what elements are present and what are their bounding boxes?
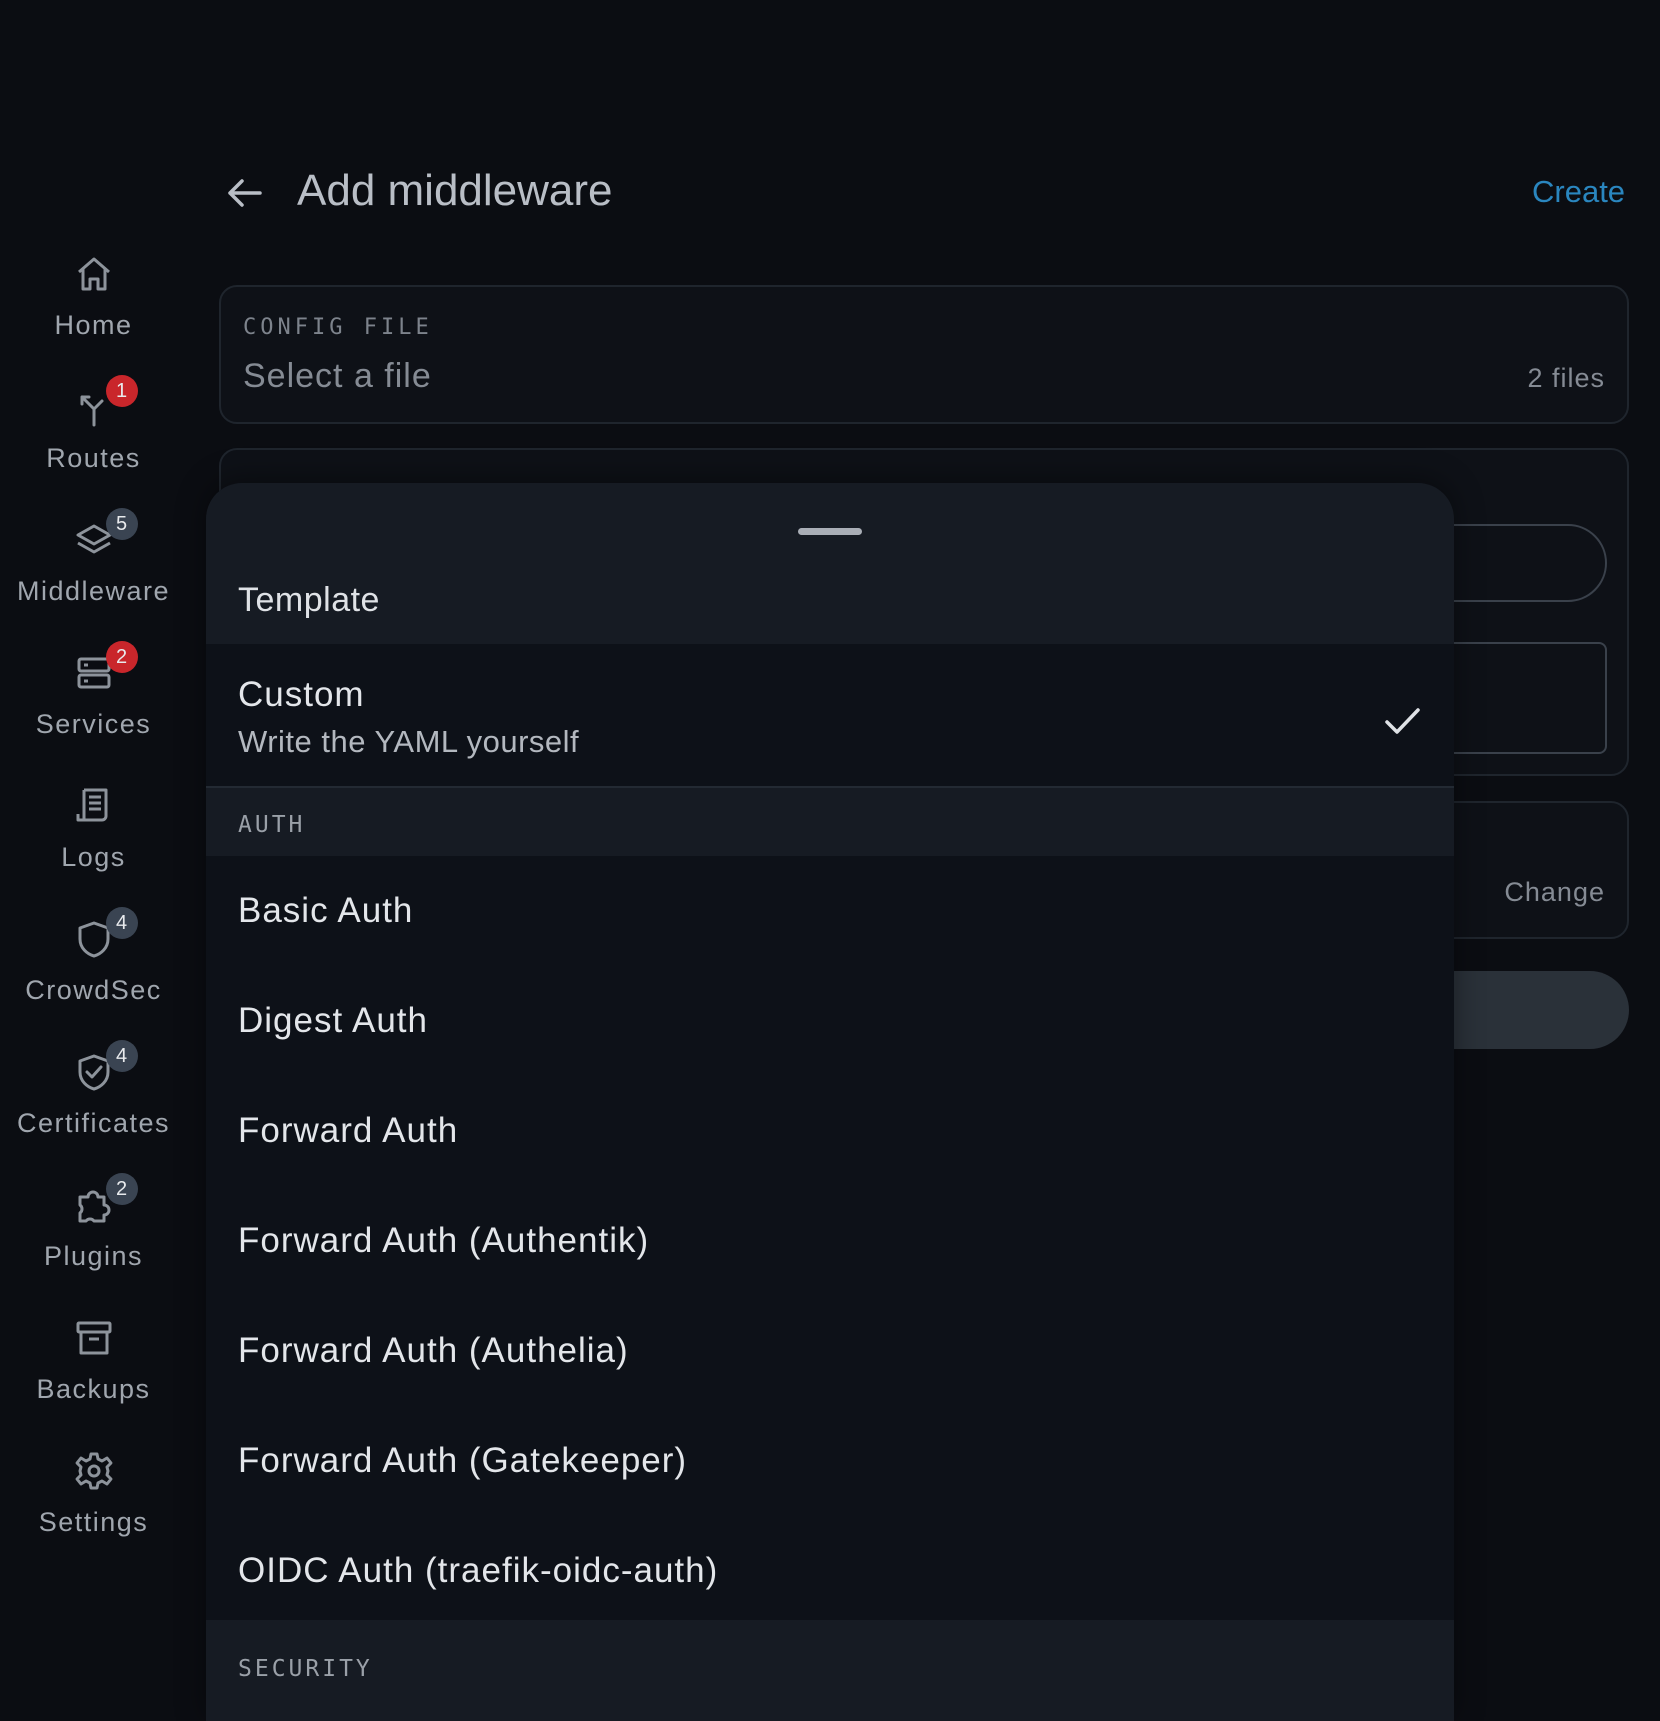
option-oidc-auth[interactable]: OIDC Auth (traefik-oidc-auth): [206, 1516, 1454, 1626]
sidebar-item-label: Routes: [46, 443, 141, 473]
option-title: Forward Auth (Authelia): [238, 1331, 629, 1370]
option-title: Digest Auth: [238, 1001, 428, 1040]
server-icon: 2: [72, 641, 138, 695]
app-root: Home 1 Routes 5 Middleware 2 Services Lo…: [0, 0, 1660, 1721]
config-file-label: CONFIG FILE: [243, 315, 433, 340]
option-title: Forward Auth (Gatekeeper): [238, 1441, 688, 1480]
option-basic-auth[interactable]: Basic Auth: [206, 856, 1454, 966]
option-forward-auth[interactable]: Forward Auth: [206, 1076, 1454, 1186]
sidebar-item-label: Backups: [36, 1374, 151, 1404]
drag-handle[interactable]: [798, 528, 862, 535]
option-custom[interactable]: Custom Write the YAML yourself: [206, 644, 1454, 786]
certificates-badge: 4: [105, 1040, 138, 1072]
sidebar-item-logs[interactable]: Logs: [0, 772, 187, 892]
middleware-badge: 5: [105, 508, 138, 540]
logs-icon: [72, 784, 116, 828]
sidebar-item-label: Logs: [61, 842, 126, 872]
sidebar-item-plugins[interactable]: 2 Plugins: [0, 1171, 187, 1291]
archive-icon: [72, 1316, 116, 1360]
sidebar-item-certificates[interactable]: 4 Certificates: [0, 1038, 187, 1158]
sidebar-item-label: Plugins: [43, 1241, 144, 1271]
page-title: Add middleware: [297, 166, 613, 215]
sidebar-item-label: Settings: [38, 1507, 149, 1537]
sidebar-item-backups[interactable]: Backups: [0, 1304, 187, 1424]
sidebar-item-label: Certificates: [16, 1108, 171, 1138]
shield-icon: 4: [72, 907, 138, 961]
change-button[interactable]: Change: [1504, 877, 1605, 908]
plugins-badge: 2: [105, 1173, 138, 1205]
option-title: OIDC Auth (traefik-oidc-auth): [238, 1551, 719, 1590]
services-badge: 2: [105, 641, 138, 673]
routes-icon: 1: [72, 375, 138, 429]
option-forward-auth-authelia[interactable]: Forward Auth (Authelia): [206, 1296, 1454, 1406]
section-header-security: SECURITY: [206, 1620, 1454, 1721]
section-label: AUTH: [238, 812, 306, 838]
sidebar-item-routes[interactable]: 1 Routes: [0, 373, 187, 493]
layers-icon: 5: [72, 508, 138, 562]
sidebar-item-label: Middleware: [16, 576, 171, 606]
option-forward-auth-authentik[interactable]: Forward Auth (Authentik): [206, 1186, 1454, 1296]
sidebar-item-crowdsec[interactable]: 4 CrowdSec: [0, 905, 187, 1025]
sidebar-item-label: Home: [54, 310, 133, 340]
back-button[interactable]: [220, 168, 270, 218]
arrow-left-icon: [228, 179, 262, 207]
shield-check-icon: 4: [72, 1040, 138, 1094]
config-file-placeholder: Select a file: [243, 357, 432, 395]
sidebar-item-home[interactable]: Home: [0, 240, 187, 360]
home-icon: [72, 252, 116, 296]
template-bottom-sheet: Template Custom Write the YAML yourself …: [206, 483, 1454, 1721]
section-label: SECURITY: [238, 1656, 373, 1682]
sidebar-item-services[interactable]: 2 Services: [0, 639, 187, 759]
option-digest-auth[interactable]: Digest Auth: [206, 966, 1454, 1076]
create-button[interactable]: Create: [1532, 174, 1625, 210]
section-header-auth: AUTH: [206, 788, 1454, 856]
sidebar-item-label: CrowdSec: [25, 975, 162, 1005]
sidebar-item-settings[interactable]: Settings: [0, 1437, 187, 1557]
routes-badge: 1: [105, 375, 138, 407]
crowdsec-badge: 4: [105, 907, 138, 939]
config-file-count: 2 files: [1527, 363, 1605, 393]
sidebar-item-middleware[interactable]: 5 Middleware: [0, 506, 187, 626]
option-title: Forward Auth: [238, 1111, 459, 1150]
option-title: Basic Auth: [238, 891, 414, 930]
gear-icon: [72, 1449, 116, 1493]
sheet-title: Template: [238, 581, 380, 619]
option-subtitle: Write the YAML yourself: [238, 724, 580, 759]
sidebar-item-label: Services: [35, 709, 152, 739]
check-icon: [1385, 708, 1420, 734]
sheet-header: Template: [206, 483, 1454, 644]
option-title: Custom: [238, 675, 365, 714]
config-file-field[interactable]: CONFIG FILE Select a file 2 files: [219, 285, 1629, 424]
option-title: Forward Auth (Authentik): [238, 1221, 650, 1260]
option-forward-auth-gatekeeper[interactable]: Forward Auth (Gatekeeper): [206, 1406, 1454, 1516]
puzzle-icon: 2: [72, 1173, 138, 1227]
